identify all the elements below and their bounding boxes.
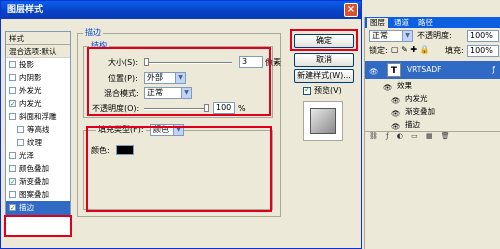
style-item-pattern-overlay[interactable]: 图案叠加	[6, 188, 70, 201]
fill-label: 填充:	[445, 46, 464, 55]
eye-icon[interactable]: 👁	[391, 108, 401, 118]
preview-label: 预览(V)	[314, 86, 342, 95]
style-item-bevel-emboss[interactable]: 斜面和浮雕	[6, 110, 70, 123]
style-item-label: 光泽	[19, 151, 34, 160]
layer-opacity-label: 不透明度:	[417, 31, 452, 40]
layer-effect-row[interactable]: 👁 描边	[365, 119, 500, 131]
layer-row-vrtsadf[interactable]: 👁 T VRTSADF ƒ	[365, 61, 500, 79]
style-item-outer-glow[interactable]: 外发光	[6, 84, 70, 97]
layer-effect-row[interactable]: 👁 渐变叠加	[365, 106, 500, 118]
style-item-label: 描边	[19, 203, 34, 212]
checkbox-color-overlay[interactable]	[9, 165, 16, 172]
checkbox-inner-glow[interactable]	[9, 98, 16, 111]
lock-label: 锁定:	[369, 46, 388, 55]
style-item-label: 斜面和浮雕	[19, 112, 57, 121]
style-preview	[303, 101, 343, 141]
new-style-button[interactable]: 新建样式(W)...	[294, 69, 354, 83]
style-item-label: 内发光	[19, 99, 42, 108]
highlight-structure	[87, 47, 271, 116]
effect-label: 描边	[405, 120, 420, 129]
preview-checkbox[interactable]: ✓	[303, 85, 311, 95]
layer-blend-mode-value: 正常	[372, 31, 388, 40]
eye-icon[interactable]: 👁	[391, 95, 401, 105]
style-item-label: 外发光	[19, 86, 42, 95]
dialog-title: 图层样式	[7, 5, 44, 15]
lock-icons[interactable]: ▢ ✎ ✚ 🔒	[391, 45, 430, 54]
chevron-down-icon: ▼	[402, 31, 412, 41]
style-item-label: 图案叠加	[19, 190, 49, 199]
checkbox-pattern-overlay[interactable]	[9, 191, 16, 198]
highlight-ok	[290, 29, 358, 51]
style-list: 样式 混合选项:默认 投影 内阴影 外发光 内发光 斜面和浮雕 等高线 纹理	[5, 31, 71, 237]
stroke-group-title: 描边	[83, 28, 103, 38]
style-item-contour[interactable]: 等高线	[6, 123, 70, 136]
checkbox-outer-glow[interactable]	[9, 87, 16, 94]
style-item-inner-glow[interactable]: 内发光	[6, 97, 70, 111]
highlight-fill	[86, 126, 272, 212]
close-button[interactable]: ×	[344, 3, 358, 17]
eye-icon[interactable]: 👁	[369, 66, 379, 76]
style-item-label: 内阴影	[19, 73, 42, 82]
style-list-header[interactable]: 样式	[6, 32, 70, 45]
eye-icon[interactable]: 👁	[391, 121, 401, 131]
fill-input[interactable]: 100%	[467, 45, 499, 57]
style-item-color-overlay[interactable]: 颜色叠加	[6, 162, 70, 175]
checkbox-bevel-emboss[interactable]	[9, 113, 16, 120]
style-item-stroke[interactable]: 描边	[6, 201, 70, 215]
style-item-satin[interactable]: 光泽	[6, 149, 70, 162]
highlight-stroke-item	[4, 215, 72, 237]
checkbox-texture[interactable]	[17, 139, 24, 146]
blend-options-item[interactable]: 混合选项:默认	[6, 45, 70, 58]
checkbox-inner-shadow[interactable]	[9, 74, 16, 81]
style-item-texture[interactable]: 纹理	[6, 136, 70, 149]
check-icon: ✓	[304, 85, 311, 94]
checkbox-satin[interactable]	[9, 152, 16, 159]
layers-panel-tabs: 图层 通道 路径	[365, 17, 500, 28]
effect-label: 内发光	[405, 94, 428, 103]
preview-swatch	[310, 108, 336, 134]
layers-panel: 图层 通道 路径 正常 ▼ 不透明度: 100% 锁定: ▢ ✎ ✚ 🔒 填充:…	[364, 17, 500, 249]
cancel-button[interactable]: 取消	[294, 53, 354, 67]
layer-blend-mode-select[interactable]: 正常 ▼	[369, 30, 413, 42]
checkbox-gradient-overlay[interactable]	[9, 176, 16, 189]
effect-label: 渐变叠加	[405, 107, 435, 116]
style-item-label: 颜色叠加	[19, 164, 49, 173]
layer-style-dialog: 图层样式 × 样式 混合选项:默认 投影 内阴影 外发光 内发光 斜面和浮雕 等…	[0, 0, 362, 249]
layer-effect-row[interactable]: 👁 内发光	[365, 93, 500, 105]
style-item-label: 渐变叠加	[19, 177, 49, 186]
style-item-label: 等高线	[27, 125, 50, 134]
style-item-label: 投影	[19, 60, 34, 69]
layer-effects-row[interactable]: 👁 效果	[365, 80, 500, 92]
style-item-gradient-overlay[interactable]: 渐变叠加	[6, 175, 70, 189]
layer-opacity-input[interactable]: 100%	[467, 30, 499, 42]
eye-icon[interactable]: 👁	[383, 82, 393, 92]
style-item-drop-shadow[interactable]: 投影	[6, 58, 70, 71]
fx-icon[interactable]: ƒ	[492, 64, 495, 76]
tab-channels[interactable]: 通道	[391, 18, 412, 28]
tab-layers[interactable]: 图层	[367, 18, 388, 28]
style-item-inner-shadow[interactable]: 内阴影	[6, 71, 70, 84]
tab-paths[interactable]: 路径	[415, 18, 436, 28]
layer-name: VRTSADF	[407, 65, 442, 74]
style-item-label: 纹理	[27, 138, 42, 147]
checkbox-drop-shadow[interactable]	[9, 61, 16, 68]
checkbox-contour[interactable]	[17, 126, 24, 133]
layer-thumbnail: T	[387, 63, 401, 77]
layers-toolbar[interactable]: ⛓ ƒ ◐ ▭ ▦ 🗑	[365, 131, 500, 140]
dialog-titlebar: 图层样式 ×	[1, 1, 361, 19]
effects-label: 效果	[397, 81, 412, 90]
checkbox-stroke[interactable]	[9, 202, 16, 215]
